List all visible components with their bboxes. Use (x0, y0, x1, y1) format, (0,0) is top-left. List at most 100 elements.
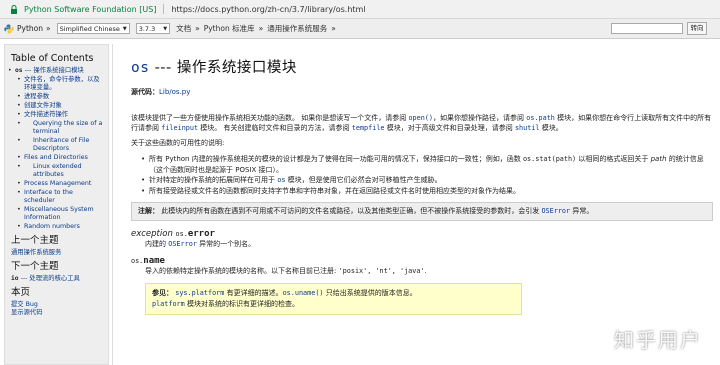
toc-item-process-mgmt[interactable]: Process Management (11, 180, 104, 188)
chevron-right-icon: » (46, 24, 51, 33)
link-os-path[interactable]: os.path (526, 114, 555, 122)
lock-icon (10, 5, 18, 14)
toc-item-misc-sysinfo[interactable]: Miscellaneous System Information (11, 206, 104, 222)
go-button[interactable]: 转向 (687, 22, 707, 35)
show-source-link[interactable]: 显示源代码 (11, 309, 104, 317)
link-sys-platform[interactable]: sys.platform (175, 289, 224, 297)
toc-item-label: 创建文件对象 (24, 102, 62, 109)
toc-item-scheduler[interactable]: Interface to the scheduler (11, 189, 104, 205)
toc-item-label: Inheritance of File Descriptors (33, 137, 90, 152)
chevron-down-icon: ▼ (122, 25, 127, 32)
exception-name: error (187, 229, 215, 239)
report-bug-label: 提交 Bug (11, 301, 38, 308)
next-topic-link[interactable]: io --- 处理流的核心工具 (11, 275, 104, 283)
address-bar[interactable]: Python Software Foundation [US] https://… (0, 0, 720, 19)
toc-item-fd-inheritance[interactable]: Inheritance of File Descriptors (11, 137, 104, 153)
see-also-label: 参见： (152, 289, 173, 297)
inline-code: os.stat(path) (522, 155, 577, 163)
toc-item-label: 进程参数 (24, 93, 50, 100)
toc-item-filenames[interactable]: 文件名，命令行参数，以及环境变量。 (11, 76, 104, 92)
attribute-description: 导入的依赖特定操作系统的模块的名称。以下名称目前已注册: 'posix', 'n… (145, 266, 707, 277)
availability-list: 所有 Python 内建的操作系统相关的模块的设计都是为了使得在同一功能可用的情… (141, 154, 713, 196)
link-fileinput[interactable]: fileinput (161, 124, 198, 132)
text: . (424, 267, 427, 275)
link-os-uname[interactable]: os.uname() (283, 289, 324, 297)
next-topic-label: --- 处理流的核心工具 (18, 275, 80, 282)
secure-site-label: Python Software Foundation [US] (24, 4, 157, 14)
search-input[interactable] (611, 23, 683, 34)
related-bar: Python » Simplified Chinese ▼ 3.7.3 ▼ 文档 »… (0, 19, 720, 39)
breadcrumb-docs[interactable]: 文档 (176, 23, 191, 34)
source-label: 源代码： (131, 88, 159, 96)
prev-topic-link-label: 通用操作系统服务 (11, 249, 62, 256)
show-source-label: 显示源代码 (11, 309, 43, 316)
this-page-title: 本页 (11, 287, 31, 298)
toc-item-label: Querying the size of a terminal (33, 120, 103, 135)
availability-heading: 关于这些函数的可用性的说明: (131, 138, 225, 147)
link-oserror[interactable]: OSError (541, 207, 570, 215)
toc-item-label: Miscellaneous System Information (24, 206, 94, 221)
text: 内建的 (145, 240, 169, 248)
toc-item-label: Files and Directories (24, 154, 88, 161)
toc-item-label: Process Management (24, 180, 92, 187)
toc-item-os[interactable]: os --- 操作系统接口模块 (8, 67, 104, 75)
main-content: os --- 操作系统接口模块 源代码：Lib/os.py 该模块提供了一些方便… (112, 44, 717, 365)
list-item: 针对特定的操作系统的拓展同样在可用于 os 模块，但是使用它们必然会对可移植性产… (141, 175, 713, 186)
report-bug-link[interactable]: 提交 Bug (11, 301, 104, 309)
text: 模块对系统的标识有更详细的检查。 (184, 300, 299, 308)
toc-item-files-dirs[interactable]: Files and Directories (11, 154, 104, 162)
text: 导入的依赖特定操作系统的模块的名称。以下名称目前已注册: (145, 267, 339, 275)
breadcrumb-stdlib[interactable]: Python 标准库 (204, 23, 255, 34)
source-code-line: 源代码：Lib/os.py (131, 87, 707, 98)
language-select-value: Simplified Chinese (59, 24, 120, 33)
watermark: 知乎用户 (614, 328, 702, 352)
text: 以相同的格式返回关于 (576, 155, 651, 163)
toc-item-fd-ops[interactable]: 文件描述符操作 (11, 111, 104, 119)
module-prefix: os. (175, 230, 188, 238)
toc-item-random[interactable]: Random numbers (11, 223, 104, 231)
toc-item-file-objects[interactable]: 创建文件对象 (11, 102, 104, 110)
text: 有更详细的描述。 (224, 289, 283, 297)
exception-keyword: exception (131, 229, 173, 239)
site-name[interactable]: Python (17, 24, 43, 33)
sidebar: Table of Contents os --- 操作系统接口模块 文件名，命令… (4, 44, 109, 365)
text: 只给出系统提供的版本信息。 (323, 289, 417, 297)
text: 模块。 有关创建临时文件和目录的方法，请参阅 (198, 124, 352, 132)
intro-paragraph: 该模块提供了一些方便使用操作系统相关功能的函数。 如果你是想读写一个文件，请参阅… (131, 113, 713, 134)
divider (163, 4, 165, 14)
page-title: os --- 操作系统接口模块 (131, 56, 707, 77)
note-label: 注解： (138, 207, 159, 215)
toc-item-process-params[interactable]: 进程参数 (11, 93, 104, 101)
url-text[interactable]: https://docs.python.org/zh-cn/3.7/librar… (171, 5, 365, 14)
param-path: path (650, 155, 667, 163)
python-logo-icon (4, 24, 14, 34)
toc-item-code: os (15, 67, 23, 74)
prev-topic-link[interactable]: 通用操作系统服务 (11, 249, 104, 257)
toc-item-label: Linux extended attributes (33, 163, 82, 178)
text: 模块。 (539, 124, 563, 132)
link-platform[interactable]: platform (152, 300, 185, 308)
breadcrumb-os-services[interactable]: 通用操作系统服务 (267, 23, 327, 34)
link-oserror[interactable]: OSError (168, 240, 197, 248)
text: 模块，对于高级文件和目录处理，请参阅 (384, 124, 515, 132)
text: 异常。 (570, 207, 594, 215)
toc-item-label: 文件名，命令行参数，以及环境变量。 (24, 76, 100, 91)
toc-item-xattr[interactable]: Linux extended attributes (11, 163, 104, 179)
toc-item-label: Random numbers (24, 223, 80, 230)
chevron-right-icon: » (258, 24, 264, 33)
text: 针对特定的操作系统的拓展同样在可用于 (149, 176, 278, 184)
text: 异常的一个别名。 (196, 240, 256, 248)
version-select[interactable]: 3.7.3 ▼ (135, 23, 171, 34)
note-box: 注解： 此模块内的所有函数在遇到不可用或不可访问的文件名或路径，以及其他类型正确… (131, 202, 713, 221)
next-topic-title: 下一个主题 (11, 261, 59, 272)
link-open[interactable]: open() (408, 114, 433, 122)
toc-item-label: --- 操作系统接口模块 (22, 67, 84, 74)
link-tempfile[interactable]: tempfile (352, 124, 385, 132)
exception-description: 内建的 OSError 异常的一个别名。 (145, 239, 707, 250)
toc-item-terminal-size[interactable]: Querying the size of a terminal (11, 120, 104, 136)
source-link[interactable]: Lib/os.py (159, 88, 190, 96)
toc-item-label: 文件描述符操作 (24, 111, 69, 118)
language-select[interactable]: Simplified Chinese ▼ (56, 23, 130, 34)
chevron-right-icon: » (195, 24, 200, 33)
link-shutil[interactable]: shutil (515, 124, 540, 132)
